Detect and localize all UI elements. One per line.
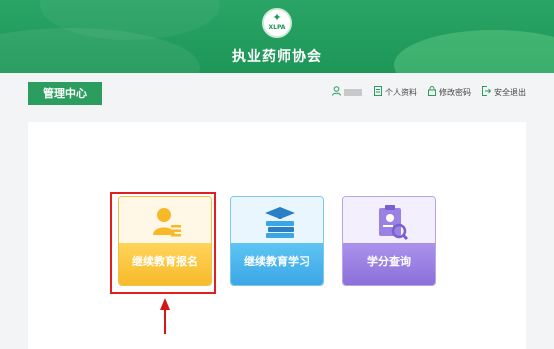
site-title: 执业药师协会	[232, 49, 322, 65]
star-icon: ✦	[272, 11, 282, 24]
association-logo: ✦ XLPA	[262, 8, 292, 38]
arrow-shaft	[164, 308, 166, 334]
logout-link[interactable]: 安全退出	[482, 86, 526, 99]
header-decor	[394, 30, 554, 73]
document-icon	[374, 86, 382, 99]
highlight-box	[110, 192, 216, 294]
site-header: ✦ XLPA 执业药师协会	[0, 0, 554, 73]
clipboard-search-icon	[375, 205, 409, 245]
logout-label: 安全退出	[494, 88, 526, 97]
continuing-education-study-card[interactable]: 继续教育学习	[230, 196, 324, 286]
credit-query-card[interactable]: 学分查询	[342, 196, 436, 286]
lock-icon	[428, 86, 436, 99]
logout-icon	[482, 86, 492, 99]
logo-text: XLPA	[268, 24, 286, 31]
card-label: 学分查询	[367, 255, 411, 268]
profile-link[interactable]: 个人资料	[374, 86, 417, 99]
change-password-label: 修改密码	[439, 88, 471, 97]
user-icon	[332, 86, 341, 99]
books-graduation-cap-icon	[263, 205, 297, 243]
username-redacted	[344, 89, 362, 96]
change-password-link[interactable]: 修改密码	[428, 86, 471, 99]
management-center-button[interactable]: 管理中心	[28, 82, 102, 105]
user-account[interactable]	[332, 86, 362, 99]
card-label: 继续教育学习	[244, 255, 310, 268]
profile-label: 个人资料	[385, 88, 417, 97]
